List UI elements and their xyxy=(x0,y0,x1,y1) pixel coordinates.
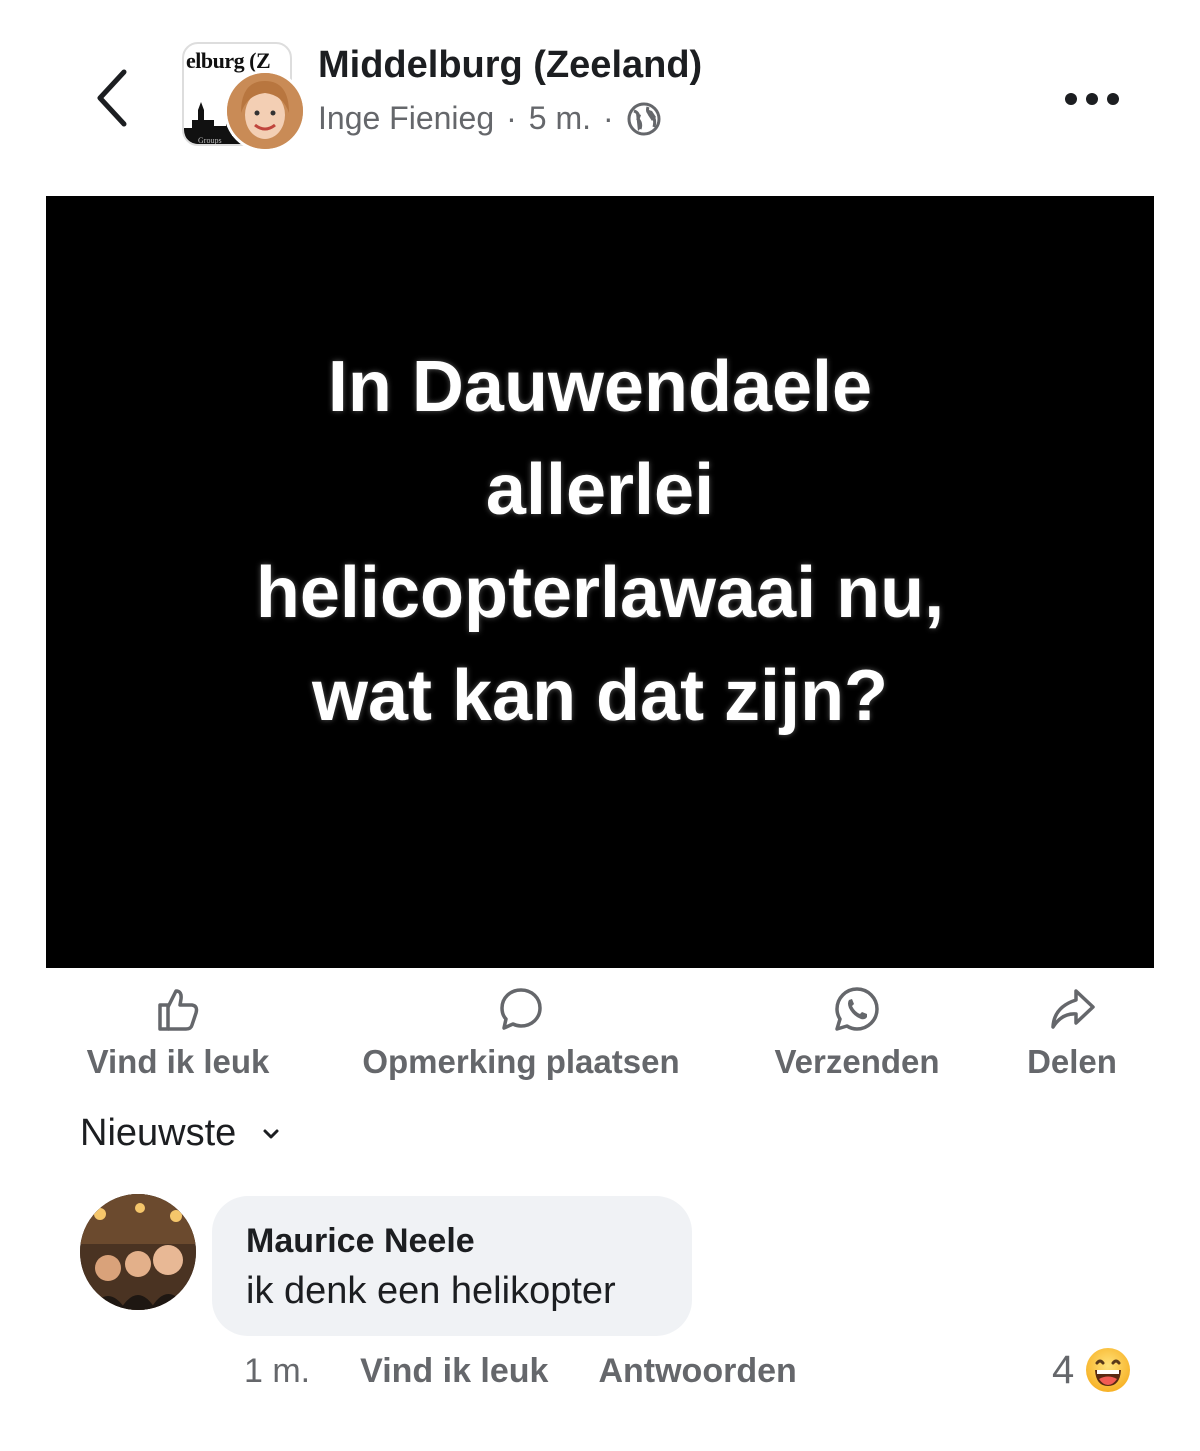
post-text: In Dauwendaele allerlei helicopterlawaai… xyxy=(120,336,1080,748)
post-time[interactable]: 5 m. xyxy=(529,100,591,137)
comment-bubble-icon xyxy=(500,988,542,1030)
separator: · xyxy=(603,100,614,136)
comment-bubble[interactable]: Maurice Neele ik denk een helikopter xyxy=(212,1196,692,1336)
like-button[interactable]: Vind ik leuk xyxy=(78,985,278,1081)
post-image[interactable]: In Dauwendaele allerlei helicopterlawaai… xyxy=(46,196,1154,968)
back-button[interactable] xyxy=(88,62,140,134)
comment-button[interactable]: Opmerking plaatsen xyxy=(344,985,698,1081)
separator: · xyxy=(506,100,517,136)
share-arrow-icon xyxy=(1051,989,1095,1029)
globe-icon xyxy=(627,102,661,135)
comment-author[interactable]: Maurice Neele xyxy=(246,1222,475,1261)
post-text-line: wat kan dat zijn? xyxy=(311,656,889,736)
post-header: elburg (Z Groups Middelburg (Zeeland) In… xyxy=(0,0,1200,190)
group-name[interactable]: Middelburg (Zeeland) xyxy=(318,44,702,87)
comment-actions: 1 m. Vind ik leuk Antwoorden xyxy=(244,1352,797,1391)
chevron-down-icon xyxy=(263,1129,279,1138)
commenter-avatar[interactable] xyxy=(80,1194,196,1310)
send-button[interactable]: Verzenden xyxy=(764,985,950,1081)
author-photo xyxy=(227,73,303,149)
send-label: Verzenden xyxy=(774,1043,940,1080)
comment-like-button[interactable]: Vind ik leuk xyxy=(360,1352,548,1391)
more-options-button[interactable] xyxy=(1062,86,1122,112)
post-text-line: allerlei xyxy=(485,450,715,530)
comment-text: ik denk een helikopter xyxy=(246,1270,616,1312)
comment-time[interactable]: 1 m. xyxy=(244,1352,310,1391)
post-text-line: In Dauwendaele xyxy=(327,347,873,427)
author-name[interactable]: Inge Fienieg xyxy=(318,100,494,137)
post-text-line: helicopterlawaai nu, xyxy=(255,553,945,633)
sort-label: Nieuwste xyxy=(80,1112,237,1154)
chevron-left-icon xyxy=(97,69,127,127)
reaction-count: 4 xyxy=(1052,1347,1075,1392)
author-avatar[interactable] xyxy=(224,70,306,152)
comment-reactions[interactable]: 4 xyxy=(1052,1346,1132,1394)
comment-reply-button[interactable]: Antwoorden xyxy=(598,1352,796,1391)
commenter-photo xyxy=(80,1194,196,1310)
post-meta: Inge Fienieg · 5 m. · xyxy=(318,100,662,137)
group-avatar-subtext: Groups xyxy=(198,136,222,144)
share-button[interactable]: Delen xyxy=(1020,985,1124,1081)
whatsapp-icon xyxy=(835,987,879,1031)
thumbs-up-icon xyxy=(158,989,199,1031)
like-label: Vind ik leuk xyxy=(86,1043,270,1080)
laughing-emoji-icon xyxy=(1086,1348,1131,1392)
comments-sort-dropdown[interactable]: Nieuwste xyxy=(80,1112,280,1155)
share-label: Delen xyxy=(1027,1043,1117,1080)
more-dots-icon xyxy=(1065,93,1119,105)
post-action-bar: Vind ik leuk Opmerking plaatsen Verzende… xyxy=(0,985,1200,1085)
comment-label: Opmerking plaatsen xyxy=(362,1043,680,1080)
